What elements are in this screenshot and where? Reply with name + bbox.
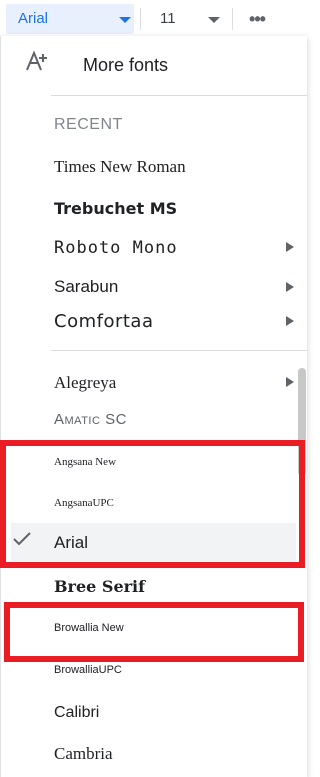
- font-item-amatic-sc[interactable]: Amatic SC: [1, 404, 296, 436]
- menu-divider: [51, 95, 307, 96]
- toolbar-divider: [232, 8, 233, 30]
- font-item-label: Trebuchet MS: [54, 199, 178, 218]
- font-item-comfortaa[interactable]: Comfortaa: [1, 304, 296, 338]
- font-family-dropdown[interactable]: Arial: [6, 4, 134, 34]
- font-menu: More fonts RECENT Times New Roman Trebuc…: [0, 36, 307, 777]
- submenu-arrow-icon: [286, 282, 294, 292]
- font-item-browallia-new[interactable]: Browallia New: [1, 614, 296, 646]
- submenu-arrow-icon: [286, 242, 294, 252]
- font-item-label: Calibri: [54, 704, 100, 721]
- font-item-times-new-roman[interactable]: Times New Roman: [1, 149, 296, 183]
- font-item-trebuchet-ms[interactable]: Trebuchet MS: [1, 191, 296, 225]
- submenu-arrow-icon: [286, 316, 294, 326]
- font-item-arial[interactable]: Arial: [1, 523, 296, 561]
- font-size-value: 11: [160, 10, 176, 27]
- font-item-cambria[interactable]: Cambria: [1, 737, 296, 771]
- font-item-label: AngsanaUPC: [54, 497, 114, 509]
- font-item-label: Times New Roman: [54, 157, 186, 176]
- font-item-label: Arial: [54, 533, 89, 552]
- caret-down-icon: [208, 17, 220, 23]
- font-item-label: Comfortaa: [54, 311, 154, 332]
- menu-scrollbar[interactable]: [298, 368, 306, 476]
- font-item-label: Amatic SC: [54, 411, 127, 428]
- recent-header: RECENT: [54, 116, 123, 133]
- font-family-value: Arial: [18, 10, 49, 27]
- caret-down-icon: [119, 17, 131, 23]
- font-item-sarabun[interactable]: Sarabun: [1, 270, 296, 304]
- toolbar: Arial 11 •••: [0, 0, 306, 38]
- font-item-label: BrowalliaUPC: [54, 664, 122, 676]
- font-item-label: Roboto Mono: [54, 238, 178, 258]
- font-item-angsanaupc[interactable]: AngsanaUPC: [1, 489, 296, 521]
- font-item-label: Angsana New: [54, 456, 117, 468]
- font-size-dropdown[interactable]: 11: [150, 4, 228, 34]
- submenu-arrow-icon: [286, 377, 294, 387]
- toolbar-divider: [140, 8, 141, 30]
- font-item-label: Cambria: [54, 744, 113, 763]
- font-item-label: Browallia New: [54, 622, 124, 634]
- font-item-label: Sarabun: [54, 277, 119, 296]
- font-item-roboto-mono[interactable]: Roboto Mono: [1, 230, 296, 264]
- more-fonts-item[interactable]: More fonts: [1, 36, 296, 94]
- more-options-icon[interactable]: •••: [240, 4, 274, 34]
- menu-divider: [51, 350, 307, 351]
- font-item-bree-serif[interactable]: Bree Serif: [1, 569, 296, 603]
- font-item-browalliaupc[interactable]: BrowalliaUPC: [1, 656, 296, 688]
- font-item-angsana-new[interactable]: Angsana New: [1, 448, 296, 480]
- more-fonts-label: More fonts: [83, 55, 169, 75]
- font-item-label: Bree Serif: [54, 577, 146, 596]
- font-item-label: Alegreya: [54, 373, 117, 392]
- add-font-icon: [26, 51, 47, 71]
- font-item-alegreya[interactable]: Alegreya: [1, 366, 296, 398]
- font-item-calibri[interactable]: Calibri: [1, 697, 296, 731]
